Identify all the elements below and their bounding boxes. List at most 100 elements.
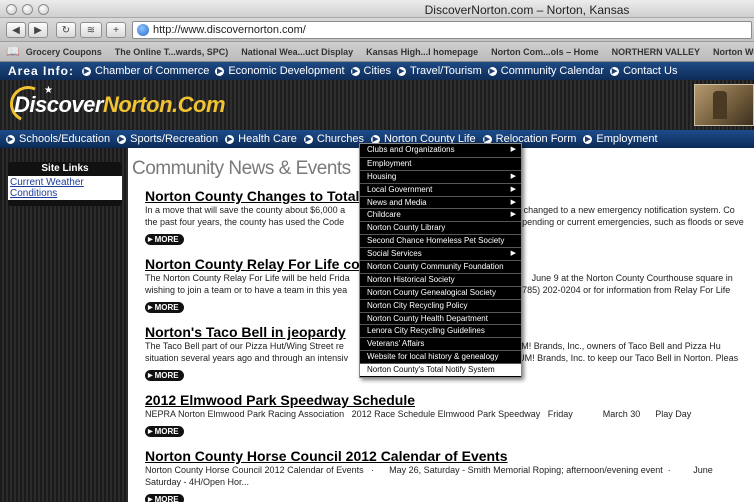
menu-item[interactable]: Norton Historical Society: [360, 272, 521, 286]
bookmarks-bar: 📖 Grocery Coupons The Online T...wards, …: [0, 42, 754, 62]
nav-schools-education[interactable]: ▶ Schools/Education: [6, 133, 110, 145]
nav-churches[interactable]: ▶ Churches: [303, 133, 364, 145]
menu-item[interactable]: Lenora City Recycling Guidelines: [360, 324, 521, 337]
menu-item-label: Housing: [367, 171, 397, 181]
nav-label: Economic Development: [228, 65, 345, 77]
nav-label: Health Care: [238, 133, 297, 145]
news-text: The Taco Bell part of our Pizza Hut/Wing…: [145, 341, 344, 351]
menu-item[interactable]: Norton City Recycling Policy: [360, 298, 521, 312]
more-label: MORE: [154, 235, 179, 244]
header-photo: [694, 84, 754, 126]
reload-button[interactable]: ↻: [56, 22, 76, 38]
menu-item[interactable]: Website for local history & genealogy: [360, 350, 521, 363]
menu-item[interactable]: Norton County Library: [360, 221, 521, 234]
submenu-arrow-icon: ▶: [510, 146, 516, 153]
snapback-button[interactable]: ≋: [80, 22, 102, 38]
site-links-box: Site Links Current Weather Conditions: [8, 162, 122, 206]
nav-sports-recreation[interactable]: ▶ Sports/Recreation: [117, 133, 218, 145]
menu-item-label: Norton County Genealogical Society: [367, 287, 496, 297]
site-links-title: Site Links: [41, 163, 89, 174]
back-button[interactable]: ◀: [6, 22, 26, 38]
bullet-arrow-icon: ▶: [303, 134, 313, 144]
menu-item[interactable]: Norton County Community Foundation: [360, 260, 521, 273]
menu-item[interactable]: Social Services ▶: [360, 247, 521, 260]
more-button[interactable]: ▶ MORE: [145, 370, 184, 381]
bullet-arrow-icon: ▶: [610, 66, 620, 76]
site-logo[interactable]: DiscoverNorton.Com: [14, 92, 226, 118]
nav-community-calendar[interactable]: ▶ Community Calendar: [487, 65, 605, 77]
forward-button[interactable]: ▶: [28, 22, 48, 38]
menu-item-label: Norton City Recycling Policy: [367, 300, 468, 310]
nav-travel-tourism[interactable]: ▶ Travel/Tourism: [397, 65, 482, 77]
more-label: MORE: [154, 303, 179, 312]
bookmark-item[interactable]: Kansas High...l homepage: [366, 47, 478, 57]
menu-item-label: Norton County Library: [367, 223, 446, 233]
bookmark-item[interactable]: Grocery Coupons: [26, 47, 102, 57]
back-arrow-icon: ◀: [12, 24, 20, 36]
nav-label: Employment: [596, 133, 658, 145]
window-title: DiscoverNorton.com – Norton, Kansas: [424, 3, 630, 17]
bookmark-item[interactable]: Norton Com...ols – Home: [491, 47, 599, 57]
conditions-link[interactable]: Conditions: [10, 188, 120, 199]
news-text: (785) 202-0204 or for information from R…: [519, 285, 731, 295]
nav-economic-development[interactable]: ▶ Economic Development: [215, 65, 345, 77]
forward-arrow-icon: ▶: [34, 24, 42, 36]
window-titlebar: DiscoverNorton.com – Norton, Kansas: [0, 0, 754, 18]
add-bookmark-button[interactable]: +: [106, 22, 126, 38]
menu-item-label: Norton County Community Foundation: [367, 262, 504, 272]
url-bar[interactable]: http://www.discovernorton.com/: [132, 21, 752, 39]
nav-label: Contact Us: [623, 65, 678, 77]
menu-item[interactable]: Norton County Health Department: [360, 311, 521, 325]
bullet-arrow-icon: ▶: [6, 134, 15, 144]
more-label: MORE: [154, 371, 179, 380]
menu-item[interactable]: Clubs and Organizations ▶: [360, 144, 521, 157]
news-item: Norton County Horse Council 2012 Calenda…: [145, 448, 754, 502]
menu-item-label: Veterans' Affairs: [367, 339, 425, 349]
more-button[interactable]: ▶ MORE: [145, 234, 184, 245]
news-text: Norton County Horse Council 2012 Calenda…: [145, 465, 713, 475]
menu-item[interactable]: Housing ▶: [360, 169, 521, 183]
bullet-arrow-icon: ▶: [117, 134, 127, 144]
menu-item-label: Employment: [367, 158, 412, 168]
menu-item[interactable]: Norton County Genealogical Society: [360, 285, 521, 299]
nav-health-care[interactable]: ▶ Health Care: [225, 133, 297, 145]
more-button[interactable]: ▶ MORE: [145, 494, 184, 502]
menu-item[interactable]: Local Government ▶: [360, 182, 521, 196]
menu-item[interactable]: Second Chance Homeless Pet Society: [360, 234, 521, 247]
menu-item[interactable]: Norton County's Total Notify System: [360, 363, 521, 377]
news-title-link[interactable]: 2012 Elmwood Park Speedway Schedule: [145, 392, 754, 408]
nav-contact-us[interactable]: ▶ Contact Us: [610, 65, 678, 77]
nav-label: Community Calendar: [500, 65, 605, 77]
menu-item-label: Website for local history & genealogy: [367, 352, 499, 362]
news-text: June 9 at the Norton County Courthouse s…: [531, 273, 733, 283]
nav-chamber-of-commerce[interactable]: ▶ Chamber of Commerce: [82, 65, 209, 77]
bullet-arrow-icon: ▶: [397, 66, 407, 76]
play-arrow-icon: ▶: [148, 305, 153, 311]
play-arrow-icon: ▶: [148, 237, 153, 243]
site-links-list: Current Weather Conditions: [8, 176, 122, 200]
bookmark-item[interactable]: Norton Weather: [713, 47, 754, 57]
bookmark-item[interactable]: NORTHERN VALLEY: [612, 47, 700, 57]
bookmarks-book-icon[interactable]: 📖: [6, 45, 20, 58]
bookmark-item[interactable]: The Online T...wards, SPC): [115, 47, 229, 57]
more-button[interactable]: ▶ MORE: [145, 426, 184, 437]
logo-text-discover: Discover: [14, 92, 103, 117]
nav-cities[interactable]: ▶ Cities: [350, 65, 391, 77]
nav-employment[interactable]: ▶ Employment: [583, 133, 658, 145]
menu-item-label: Norton Historical Society: [367, 274, 455, 284]
more-label: MORE: [154, 427, 179, 436]
bookmark-item[interactable]: National Wea...uct Display: [241, 47, 353, 57]
news-item: 2012 Elmwood Park Speedway Schedule NEPR…: [145, 392, 754, 438]
more-button[interactable]: ▶ MORE: [145, 302, 184, 313]
news-title-link[interactable]: Norton County Horse Council 2012 Calenda…: [145, 448, 754, 464]
menu-item[interactable]: Childcare ▶: [360, 208, 521, 221]
menu-item[interactable]: News and Media ▶: [360, 195, 521, 209]
news-text: UM! Brands, Inc. to keep our Taco Bell i…: [518, 353, 739, 363]
menu-item-label: Lenora City Recycling Guidelines: [367, 326, 485, 336]
header-banner: ★ DiscoverNorton.Com: [0, 80, 754, 130]
menu-item-label: Local Government: [367, 184, 433, 194]
menu-item[interactable]: Veterans' Affairs: [360, 337, 521, 350]
current-weather-link[interactable]: Current Weather: [10, 177, 120, 188]
bullet-arrow-icon: ▶: [350, 66, 360, 76]
menu-item[interactable]: Employment: [360, 156, 521, 170]
